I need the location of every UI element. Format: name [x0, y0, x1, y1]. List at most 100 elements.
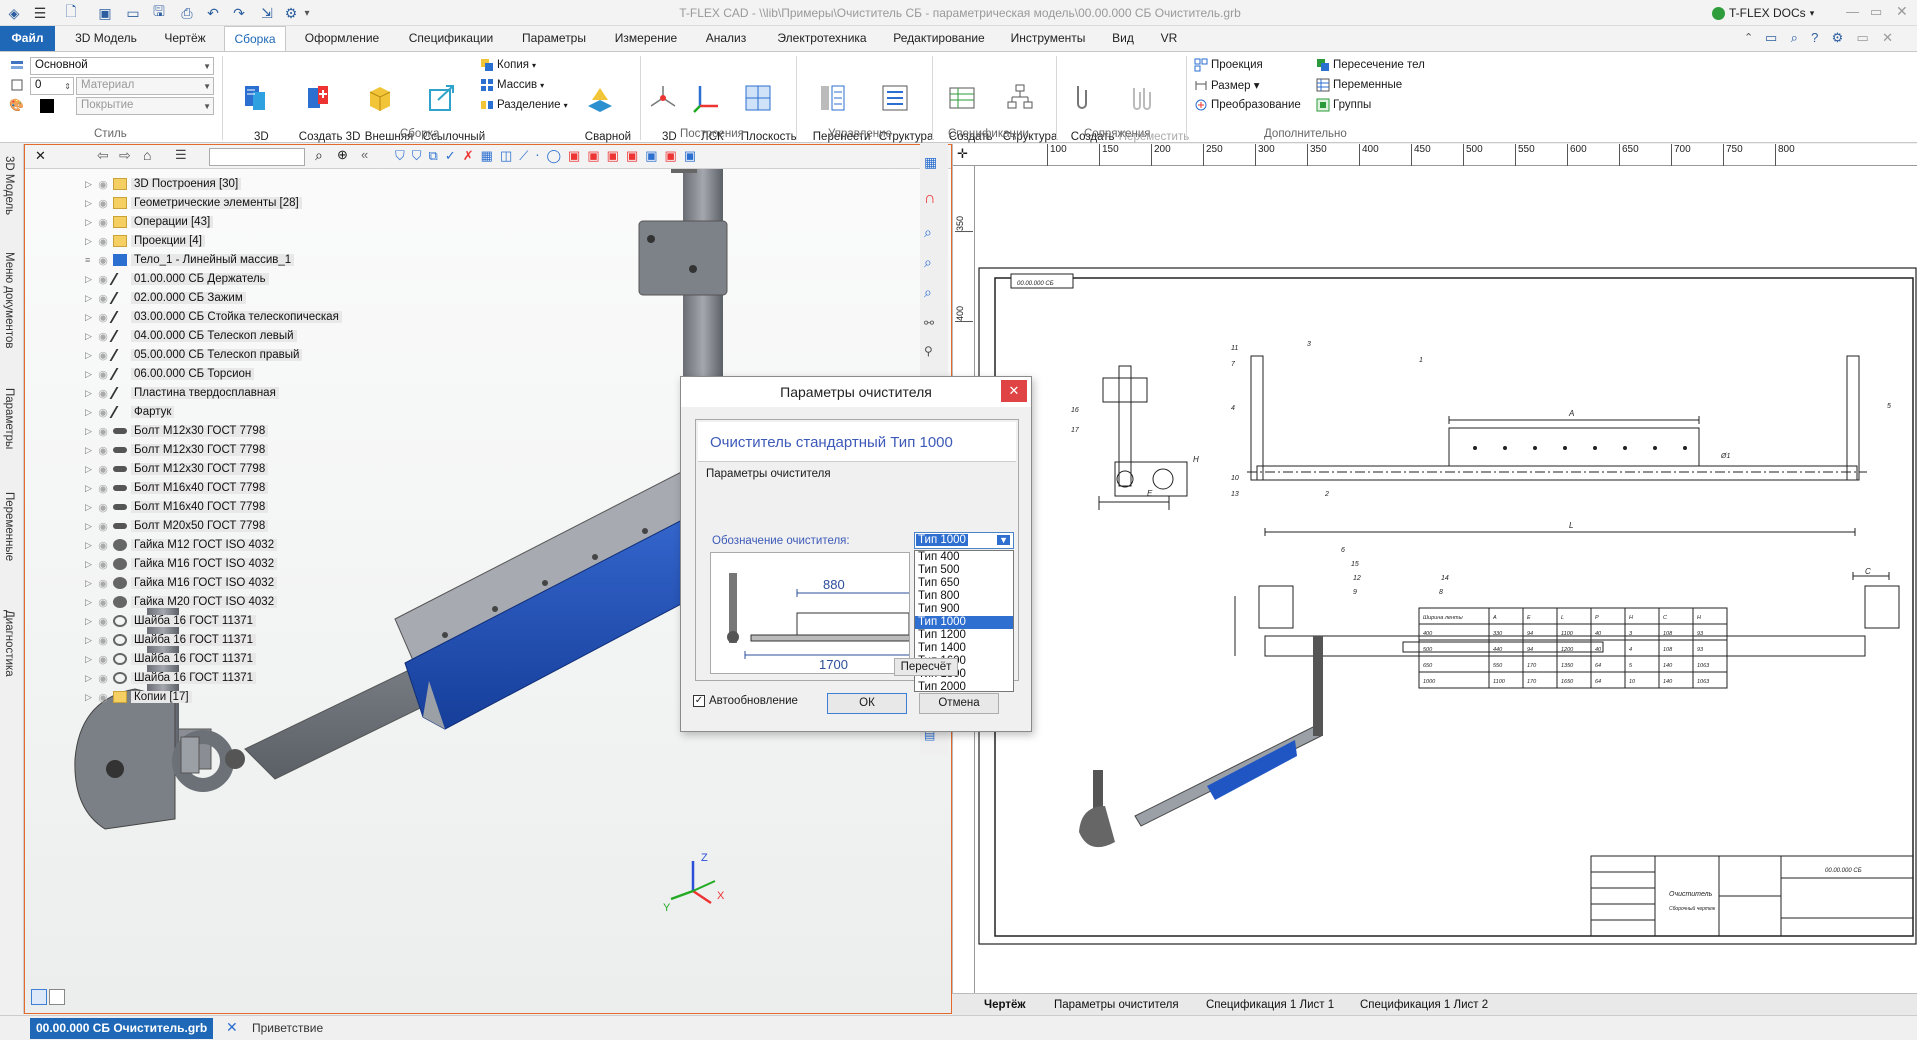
- tree-item[interactable]: ▷ ◉ Шайба 16 ГОСТ 11371: [85, 650, 257, 668]
- dropdown-option[interactable]: Тип 400: [915, 551, 1013, 564]
- autoupdate-checkbox[interactable]: ✓ Автообновление: [693, 695, 798, 707]
- tree-item[interactable]: ▷ ◉ Болт M12x30 ГОСТ 7798: [85, 441, 269, 459]
- visibility-eye-icon[interactable]: ◉: [95, 653, 111, 666]
- expand-icon[interactable]: ▷: [85, 502, 95, 513]
- app-logo-icon[interactable]: ◈: [4, 3, 24, 23]
- expand-icon[interactable]: ▷: [85, 350, 95, 361]
- close-window-button[interactable]: ✕: [1896, 3, 1908, 20]
- expand-icon[interactable]: ▷: [85, 274, 95, 285]
- tab-editing[interactable]: Редактирование: [884, 26, 994, 51]
- close-doc-icon[interactable]: ✕: [1882, 30, 1893, 46]
- select-op7-icon[interactable]: ▣: [684, 148, 696, 166]
- tab-vr[interactable]: VR: [1150, 26, 1188, 51]
- visibility-eye-icon[interactable]: ◉: [95, 501, 111, 514]
- recalc-button[interactable]: Пересчёт: [894, 658, 958, 676]
- visibility-eye-icon[interactable]: ◉: [95, 387, 111, 400]
- options-icon[interactable]: ⚙: [1832, 30, 1844, 46]
- tab-sheet-drawing[interactable]: Чертёж: [966, 996, 1026, 1014]
- tab-file[interactable]: Файл: [0, 26, 55, 51]
- expand-icon[interactable]: ▷: [85, 692, 95, 703]
- tree-filter-combo[interactable]: [209, 148, 305, 166]
- tab-sheet-spec-2[interactable]: Спецификация 1 Лист 2: [1342, 996, 1488, 1014]
- expand-icon[interactable]: ▷: [85, 198, 95, 209]
- material-combo[interactable]: Материал ▼: [76, 77, 214, 95]
- expand-icon[interactable]: ▷: [85, 578, 95, 589]
- target-icon[interactable]: ⊕: [337, 147, 348, 163]
- open-file-icon[interactable]: ▣: [96, 3, 114, 23]
- select-edge-icon[interactable]: ⟋: [519, 148, 528, 166]
- expand-icon[interactable]: ▷: [85, 559, 95, 570]
- tree-item[interactable]: ▷ ◉ Гайка M16 ГОСТ ISO 4032: [85, 574, 278, 592]
- dropdown-option[interactable]: Тип 900: [915, 603, 1013, 616]
- list-view-icon[interactable]: ☰: [175, 147, 187, 163]
- palette-icon[interactable]: 🎨: [9, 98, 24, 112]
- expand-icon[interactable]: ▷: [85, 597, 95, 608]
- lcs-button[interactable]: ЛСК: [686, 56, 726, 157]
- visibility-eye-icon[interactable]: ◉: [95, 197, 111, 210]
- split-button[interactable]: Разделение ▾: [480, 98, 568, 112]
- tab-measure[interactable]: Измерение: [604, 26, 688, 51]
- layer-combo[interactable]: Основной ▼: [30, 57, 214, 75]
- tree-item[interactable]: ▷ ◉ 04.00.000 СБ Телескоп левый: [85, 327, 297, 345]
- expand-icon[interactable]: ▷: [85, 521, 95, 532]
- visibility-eye-icon[interactable]: ◉: [95, 558, 111, 571]
- copy-button[interactable]: Копия ▾: [480, 58, 536, 72]
- ok-button[interactable]: ОК: [827, 693, 907, 714]
- dropdown-option[interactable]: Тип 1200: [915, 629, 1013, 642]
- visibility-eye-icon[interactable]: ◉: [95, 615, 111, 628]
- window-list-icon[interactable]: ▭: [1765, 30, 1777, 46]
- tab-3d-model[interactable]: 3D Модель: [64, 26, 148, 51]
- body-intersection-button[interactable]: Пересечение тел: [1316, 58, 1425, 72]
- new-file-icon[interactable]: 🗋: [62, 3, 80, 23]
- visibility-eye-icon[interactable]: ◉: [95, 520, 111, 533]
- minimize-button[interactable]: —: [1846, 4, 1859, 19]
- expand-icon[interactable]: ▷: [85, 635, 95, 646]
- magnet-icon[interactable]: ∩: [924, 190, 936, 208]
- visibility-eye-icon[interactable]: ◉: [95, 577, 111, 590]
- move-mate-button[interactable]: Переместить: [1106, 56, 1189, 157]
- expand-icon[interactable]: ▷: [85, 293, 95, 304]
- tree-item[interactable]: ▷ ◉ Болт M12x30 ГОСТ 7798: [85, 422, 269, 440]
- side-tab-diagnostics[interactable]: Диагностика: [3, 610, 15, 677]
- dropdown-option[interactable]: Тип 500: [915, 564, 1013, 577]
- expand-icon[interactable]: ≡: [85, 255, 95, 265]
- dropdown-option[interactable]: Тип 1000: [915, 616, 1013, 629]
- tab-assembly[interactable]: Сборка: [224, 26, 286, 51]
- select-op3-icon[interactable]: ▣: [607, 148, 619, 166]
- tflex-docs-button[interactable]: T-FLEX DOCs ▾: [1712, 6, 1814, 20]
- split-view-icon[interactable]: [31, 989, 47, 1005]
- close-tree-icon[interactable]: ✕: [35, 148, 46, 164]
- side-tab-3d-model[interactable]: 3D Модель: [3, 156, 15, 215]
- close-doc-tab-icon[interactable]: ✕: [226, 1019, 238, 1036]
- visibility-eye-icon[interactable]: ◉: [95, 330, 111, 343]
- tree-item[interactable]: ▷ ◉ 02.00.000 СБ Зажим: [85, 289, 246, 307]
- search-tree-icon[interactable]: ⌕: [315, 147, 323, 164]
- expand-icon[interactable]: ▷: [85, 331, 95, 342]
- expand-icon[interactable]: ▷: [85, 445, 95, 456]
- expand-icon[interactable]: ▷: [85, 217, 95, 228]
- collapse-ribbon-icon[interactable]: ⌃: [1744, 31, 1753, 44]
- dialog-close-button[interactable]: ✕: [1001, 380, 1027, 402]
- window-icon[interactable]: ▭: [124, 3, 142, 23]
- back-icon[interactable]: ⇦: [97, 147, 109, 164]
- expand-icon[interactable]: ▷: [85, 312, 95, 323]
- collapse-tree-icon[interactable]: «: [361, 147, 368, 162]
- visibility-eye-icon[interactable]: ◉: [95, 178, 111, 191]
- tab-formatting[interactable]: Оформление: [294, 26, 390, 51]
- visibility-eye-icon[interactable]: ◉: [95, 482, 111, 495]
- tree-item[interactable]: ▷ ◉ 3D Построения [30]: [85, 175, 242, 193]
- zoom-in-icon[interactable]: ⌕: [924, 284, 932, 301]
- tree-item[interactable]: ▷ ◉ Гайка M20 ГОСТ ISO 4032: [85, 593, 278, 611]
- expand-icon[interactable]: ▷: [85, 540, 95, 551]
- side-tab-variables[interactable]: Переменные: [3, 492, 15, 561]
- undo-icon[interactable]: ↶: [204, 3, 222, 23]
- visibility-eye-icon[interactable]: ◉: [95, 273, 111, 286]
- filter-icon[interactable]: ⛉: [395, 148, 405, 166]
- redo-icon[interactable]: ↷: [230, 3, 248, 23]
- tree-item[interactable]: ≡ ◉ Тело_1 - Линейный массив_1: [85, 251, 295, 269]
- select-face-icon[interactable]: ◫: [500, 148, 512, 166]
- help-icon[interactable]: ?: [1811, 30, 1818, 46]
- measure-icon[interactable]: ⚲: [924, 344, 933, 358]
- tree-item[interactable]: ▷ ◉ Копии [17]: [85, 688, 192, 706]
- dropdown-option[interactable]: Тип 800: [915, 590, 1013, 603]
